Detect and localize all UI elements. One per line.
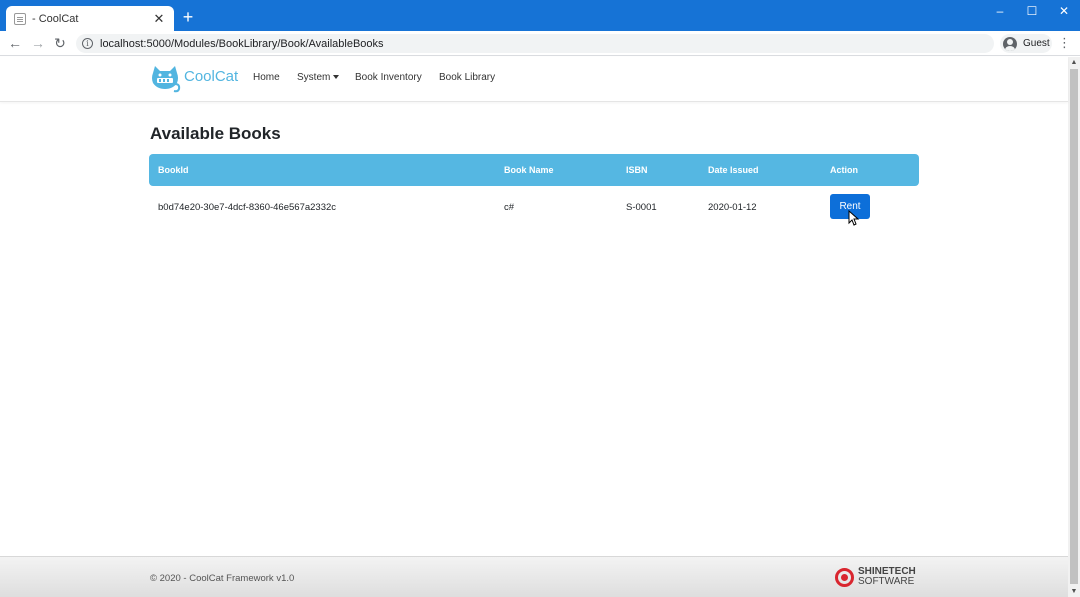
company-line2: SOFTWARE [858, 576, 915, 587]
column-header-action: Action [830, 165, 858, 175]
shinetech-logo: SHINETECH SOFTWARE [835, 567, 916, 587]
address-bar[interactable]: i localhost:5000/Modules/BookLibrary/Boo… [76, 34, 994, 53]
browser-toolbar: ← → ↻ i localhost:5000/Modules/BookLibra… [0, 31, 1080, 56]
cell-isbn: S-0001 [626, 202, 657, 213]
window-close-icon[interactable]: ✕ [1054, 4, 1074, 18]
coolcat-logo-icon [152, 66, 181, 93]
nav-system-label: System [297, 72, 331, 83]
nav-system[interactable]: System [297, 72, 340, 83]
caret-down-icon [333, 75, 340, 80]
browser-tab[interactable]: - CoolCat ✕ [6, 6, 174, 31]
tab-title: - CoolCat [32, 12, 79, 25]
scrollbar-thumb[interactable] [1070, 69, 1078, 584]
nav-home[interactable]: Home [253, 72, 280, 83]
cell-book-name: c# [504, 202, 515, 213]
cell-book-id: b0d74e20-30e7-4dcf-8360-46e567a2332c [158, 202, 337, 213]
table-row: b0d74e20-30e7-4dcf-8360-46e567a2332c c# … [149, 186, 919, 228]
available-books-table: BookId Book Name ISBN Date Issued Action… [149, 154, 919, 228]
nav-book-library[interactable]: Book Library [439, 72, 495, 83]
minimize-icon[interactable]: – [990, 4, 1010, 18]
new-tab-icon[interactable]: + [180, 8, 196, 26]
browser-tab-bar: - CoolCat ✕ + – ☐ ✕ [0, 0, 1080, 31]
profile-label: Guest [1023, 38, 1050, 49]
scroll-down-icon[interactable]: ▼ [1068, 588, 1080, 595]
guest-avatar-icon [1003, 36, 1017, 51]
back-arrow-icon[interactable]: ← [7, 35, 23, 51]
shinetech-logo-icon [835, 567, 854, 587]
brand-name[interactable]: CoolCat [184, 68, 238, 85]
page-footer: © 2020 - CoolCat Framework v1.0 SHINETEC… [0, 556, 1068, 597]
tab-close-icon[interactable]: ✕ [152, 11, 166, 27]
column-header-bookid: BookId [158, 165, 189, 175]
page-scrollbar[interactable]: ▲ ▼ [1068, 57, 1080, 597]
copyright-text: © 2020 - CoolCat Framework v1.0 [150, 573, 295, 584]
mouse-pointer-icon [848, 210, 860, 226]
page-title: Available Books [150, 124, 281, 143]
reload-icon[interactable]: ↻ [52, 35, 68, 51]
forward-arrow-icon[interactable]: → [30, 35, 46, 51]
site-info-icon[interactable]: i [82, 38, 93, 49]
site-navbar: CoolCat Home System Book Inventory Book … [0, 57, 1068, 102]
brand-link[interactable]: CoolCat [149, 64, 238, 94]
browser-menu-icon[interactable]: ⋮ [1058, 35, 1071, 51]
nav-book-inventory[interactable]: Book Inventory [355, 72, 422, 83]
scroll-up-icon[interactable]: ▲ [1068, 59, 1080, 66]
column-header-date-issued: Date Issued [708, 165, 759, 175]
maximize-icon[interactable]: ☐ [1022, 4, 1042, 18]
profile-button[interactable]: Guest [1000, 34, 1052, 53]
table-header: BookId Book Name ISBN Date Issued Action [149, 154, 919, 186]
page-favicon-icon [14, 12, 26, 25]
cell-date-issued: 2020-01-12 [708, 202, 757, 213]
url-text[interactable]: localhost:5000/Modules/BookLibrary/Book/… [100, 38, 384, 50]
column-header-isbn: ISBN [626, 165, 648, 175]
column-header-book-name: Book Name [504, 165, 554, 175]
shinetech-wordmark: SHINETECH SOFTWARE [858, 567, 916, 587]
